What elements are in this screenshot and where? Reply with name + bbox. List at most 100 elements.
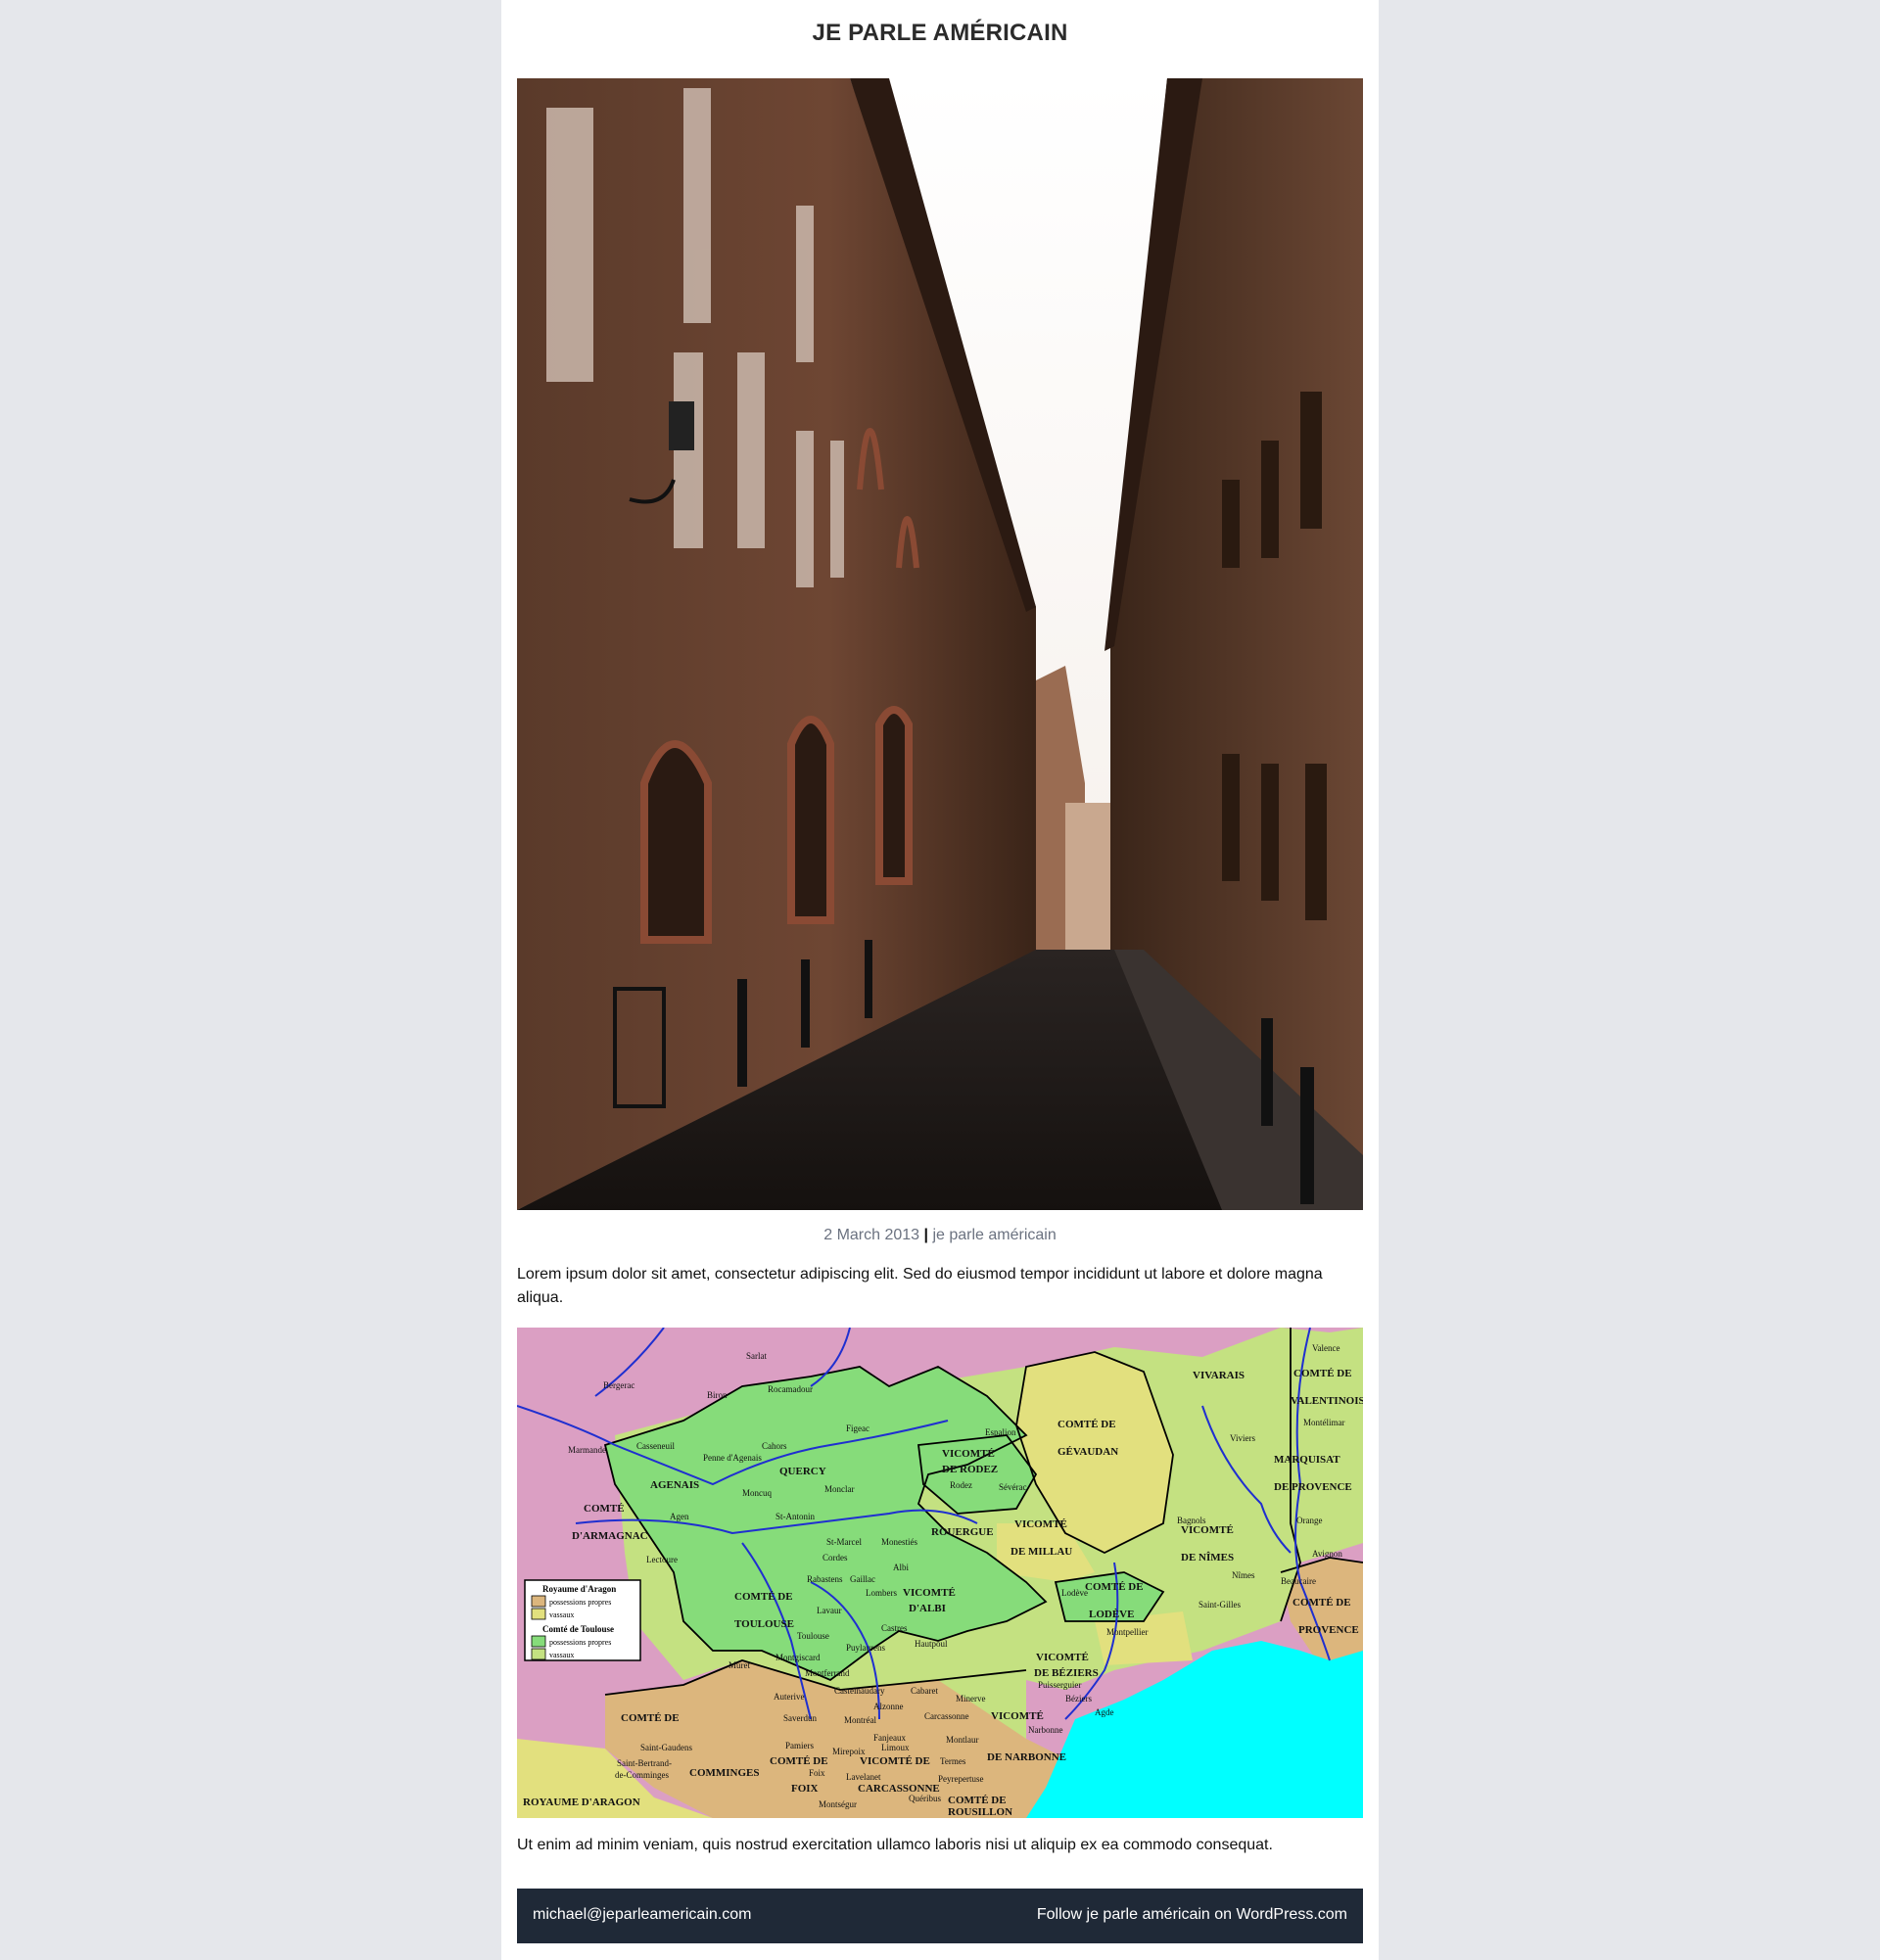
post-paragraph-2: Ut enim ad minim veniam, quis nostrud ex… <box>517 1837 1273 1853</box>
legend-toulouse-own: possessions propres <box>549 1638 611 1647</box>
map-city: Lombers <box>866 1588 897 1598</box>
map-city: Narbonne <box>1028 1725 1063 1735</box>
map-label-carcassonne-1: VICOMTÉ DE <box>860 1755 930 1767</box>
map-city: St-Marcel <box>826 1537 862 1547</box>
map-city: Montréal <box>844 1715 876 1725</box>
map-city: Béziers <box>1065 1694 1092 1703</box>
map-city: Lodève <box>1061 1588 1088 1598</box>
map-city: Montlaur <box>946 1735 979 1745</box>
map-city: Foix <box>809 1768 825 1778</box>
footer-email-link[interactable]: michael@jeparleamericain.com <box>533 1906 751 1924</box>
map-city: Sarlat <box>746 1351 767 1361</box>
map-city: Rocamadour <box>768 1384 813 1394</box>
map-city: St-Antonin <box>776 1512 816 1521</box>
map-label-comminges-2: COMMINGES <box>689 1767 760 1779</box>
legend-aragon-vassals: vassaux <box>549 1610 574 1619</box>
map-label-albi-1: VICOMTÉ <box>903 1587 956 1599</box>
map-label-beziers-1: VICOMTÉ <box>1036 1652 1089 1663</box>
map-city: Orange <box>1296 1516 1323 1525</box>
map-label-nimes-1: VICOMTÉ <box>1181 1524 1234 1536</box>
map-city: Beaucaire <box>1281 1576 1316 1586</box>
map-city: Agen <box>670 1512 689 1521</box>
map-city: Bergerac <box>603 1380 634 1390</box>
map-city: Bagnols <box>1177 1516 1206 1525</box>
map-label-vivarais: VIVARAIS <box>1193 1370 1245 1381</box>
map-city: Figeac <box>846 1423 870 1433</box>
map-city: Nîmes <box>1232 1570 1255 1580</box>
map-city: Alzonne <box>873 1702 904 1711</box>
map-city: Lectoure <box>646 1555 678 1564</box>
meta-separator: | <box>923 1227 929 1243</box>
site-title[interactable]: JE PARLE AMÉRICAIN <box>501 20 1379 47</box>
map-city: Agde <box>1095 1707 1114 1717</box>
map-city: Peyrepertuse <box>938 1774 983 1784</box>
map-city: Cahors <box>762 1441 787 1451</box>
map-label-aragon: ROYAUME D'ARAGON <box>523 1797 640 1808</box>
map-city: Saverdun <box>783 1713 817 1723</box>
map-label-roussillon-1: COMTÉ DE <box>948 1795 1007 1806</box>
legend-aragon-own: possessions propres <box>549 1598 611 1607</box>
post-date-link[interactable]: 2 March 2013 <box>823 1227 919 1243</box>
map-label-provence-1: COMTÉ DE <box>1292 1597 1351 1609</box>
post-meta: 2 March 2013 | je parle américain <box>501 1227 1379 1244</box>
map-label-quercy: QUERCY <box>779 1466 826 1477</box>
map-city: Montélimar <box>1303 1418 1345 1427</box>
map-city: Albi <box>893 1563 910 1572</box>
map-label-foix-2: FOIX <box>791 1783 819 1795</box>
map-city: Penne d'Agenais <box>703 1453 762 1463</box>
legend-aragon-title: Royaume d'Aragon <box>542 1584 616 1594</box>
map-city: Rabastens <box>807 1574 843 1584</box>
map-label-gevaudan-2: GÉVAUDAN <box>1058 1446 1118 1458</box>
map-city: Limoux <box>881 1743 910 1752</box>
map-city: Monclar <box>824 1484 855 1494</box>
map-label-provence-2: PROVENCE <box>1298 1624 1359 1636</box>
map-city: Cabaret <box>911 1686 938 1696</box>
map-city: Montferrand <box>805 1668 850 1678</box>
footer-follow-link[interactable]: Follow je parle américain on WordPress.c… <box>1037 1906 1347 1924</box>
map-label-roussillon-2: ROUSILLON <box>948 1806 1012 1818</box>
map-label-albi-2: D'ALBI <box>909 1603 946 1614</box>
map-city: Muret <box>728 1660 750 1670</box>
map-label-comminges-1: COMTÉ DE <box>621 1712 680 1724</box>
map-label-rodez-1: VICOMTÉ <box>942 1448 995 1460</box>
map-city: Gaillac <box>850 1574 875 1584</box>
map-city: Montgiscard <box>776 1653 821 1662</box>
map-city: de-Comminges <box>615 1770 669 1780</box>
map-label-valentinois-1: COMTÉ DE <box>1293 1368 1352 1379</box>
map-city: Saint-Bertrand- <box>617 1758 672 1768</box>
legend-toulouse-title: Comté de Toulouse <box>542 1624 614 1634</box>
map-label-rodez-2: DE RODEZ <box>942 1464 998 1475</box>
map-city: Castres <box>881 1623 908 1633</box>
map-city: Lavelanet <box>846 1772 881 1782</box>
map-legend: Royaume d'Aragon possessions propres vas… <box>524 1579 641 1661</box>
post-paragraph-1: Lorem ipsum dolor sit amet, consectetur … <box>517 1266 1323 1306</box>
street-photo <box>517 78 1363 1210</box>
map-city: Espalion <box>985 1427 1016 1437</box>
map-label-foix-1: COMTÉ DE <box>770 1755 828 1767</box>
map-label-lodeve-1: COMTÉ DE <box>1085 1581 1144 1593</box>
map-city: Termes <box>940 1756 966 1766</box>
map-label-marquisat-2: DE PROVENCE <box>1274 1481 1352 1493</box>
map-label-agenais: AGENAIS <box>650 1479 699 1491</box>
page-container: JE PARLE AMÉRICAIN 2 March 2013 | je par… <box>501 0 1379 1960</box>
map-city: Mirepoix <box>832 1747 866 1756</box>
map-city: Cordes <box>822 1553 848 1563</box>
map-label-armagnac-2: D'ARMAGNAC <box>572 1530 648 1542</box>
map-label-valentinois-2: VALENTINOIS <box>1291 1395 1363 1407</box>
map-city: Fanjeaux <box>873 1733 906 1743</box>
post-category-link[interactable]: je parle américain <box>932 1227 1056 1243</box>
map-city: Auterive <box>774 1692 805 1702</box>
map-city: Saint-Gilles <box>1198 1600 1241 1610</box>
map-label-beziers-2: DE BÉZIERS <box>1034 1667 1099 1679</box>
map-label-lodeve-2: LODÈVE <box>1089 1609 1134 1620</box>
map-city: Viviers <box>1230 1433 1255 1443</box>
map-label-nimes-2: DE NÎMES <box>1181 1552 1234 1563</box>
map-label-toulouse-1: COMTÉ DE <box>734 1591 793 1603</box>
map-city: Casseneuil <box>636 1441 675 1451</box>
site-footer: michael@jeparleamericain.com Follow je p… <box>517 1889 1363 1943</box>
map-city: Biron <box>707 1390 728 1400</box>
map-label-armagnac-1: COMTÉ <box>584 1503 625 1515</box>
map-city: Puylaurens <box>846 1643 885 1653</box>
map-city: Quéribus <box>909 1794 941 1803</box>
map-label-millau-2: DE MILLAU <box>1010 1546 1072 1558</box>
